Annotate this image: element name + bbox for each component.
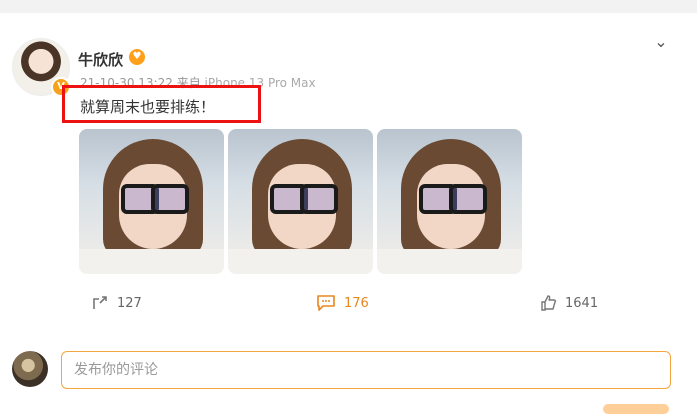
comment-placeholder: 发布你的评论 (74, 362, 158, 378)
like-count: 1641 (565, 295, 599, 311)
photo-glasses (270, 184, 338, 214)
comment-button[interactable]: 176 (316, 294, 369, 312)
emoji-badge-icon: ♥ (129, 49, 145, 65)
comment-count: 176 (344, 295, 369, 311)
repost-button[interactable]: 127 (91, 294, 142, 312)
author-name[interactable]: 牛欣欣 (78, 49, 123, 70)
comment-icon (317, 295, 335, 311)
like-button[interactable]: 1641 (539, 294, 598, 312)
highlight-box (62, 85, 261, 123)
repost-count: 127 (117, 295, 142, 311)
photo-glasses (121, 184, 189, 214)
photo-1[interactable] (79, 129, 224, 274)
submit-button-partial[interactable] (603, 404, 669, 414)
photo-shirt (228, 249, 373, 274)
photo-shirt (79, 249, 224, 274)
photo-shirt (377, 249, 522, 274)
photo-3[interactable] (377, 129, 522, 274)
thumbs-up-icon (541, 295, 557, 311)
comment-input[interactable]: 发布你的评论 (61, 351, 671, 389)
photo-2[interactable] (228, 129, 373, 274)
chevron-down-icon[interactable]: ⌄ (651, 32, 671, 52)
share-icon (93, 296, 107, 309)
photo-glasses (419, 184, 487, 214)
top-gap (0, 0, 697, 13)
current-user-avatar[interactable] (12, 351, 48, 387)
